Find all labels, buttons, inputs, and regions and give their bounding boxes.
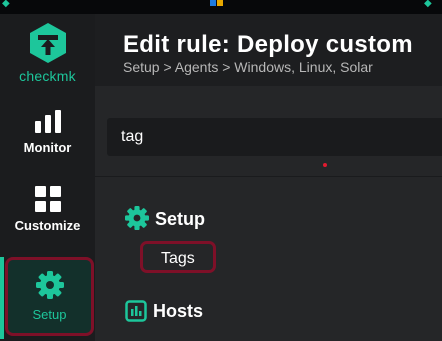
main-content: Edit rule: Deploy custom Setup > Agents … bbox=[95, 14, 442, 341]
search-bar[interactable] bbox=[107, 118, 442, 156]
breadcrumb[interactable]: Setup > Agents > Windows, Linux, Solar bbox=[123, 59, 373, 75]
logo-text: checkmk bbox=[19, 68, 76, 84]
search-input[interactable] bbox=[121, 118, 441, 156]
divider bbox=[95, 176, 442, 177]
windows-logo-icon bbox=[210, 0, 223, 7]
grid-icon bbox=[34, 186, 61, 212]
result-item-tags[interactable]: Tags bbox=[140, 241, 216, 273]
sidebar-item-label: Setup bbox=[32, 307, 67, 322]
sidebar-item-monitor[interactable]: Monitor bbox=[0, 110, 95, 172]
sidebar-item-setup[interactable]: Setup bbox=[5, 257, 94, 336]
app-tab-icon-right[interactable]: ◆ bbox=[424, 0, 436, 9]
bar-chart-icon bbox=[34, 110, 61, 133]
hosts-icon bbox=[125, 300, 147, 322]
sidebar-item-label: Customize bbox=[14, 218, 81, 233]
gear-icon bbox=[35, 271, 64, 299]
results-section-setup: Setup bbox=[125, 206, 205, 230]
results-section-hosts: Hosts bbox=[125, 300, 203, 322]
status-dot bbox=[323, 163, 327, 167]
sidebar: checkmk Monitor Customize Setup bbox=[0, 14, 95, 341]
section-title: Setup bbox=[155, 209, 206, 229]
sidebar-item-label: Monitor bbox=[23, 140, 72, 155]
window-top-strip: ◆ ◆ bbox=[0, 0, 442, 14]
page-header: Edit rule: Deploy custom Setup > Agents … bbox=[95, 14, 442, 86]
page-title: Edit rule: Deploy custom bbox=[123, 31, 413, 58]
app-tab-icon[interactable]: ◆ bbox=[2, 0, 14, 9]
checkmk-logo[interactable]: checkmk bbox=[0, 22, 95, 94]
section-title: Hosts bbox=[153, 301, 204, 321]
result-item-label: Tags bbox=[161, 250, 195, 267]
gear-icon bbox=[125, 206, 149, 230]
sidebar-item-customize[interactable]: Customize bbox=[0, 186, 95, 248]
selected-indicator bbox=[0, 257, 4, 339]
checkmk-logo-icon bbox=[29, 23, 66, 63]
checkmk-window: ◆ ◆ checkmk Monitor Customize Setup Edit… bbox=[0, 0, 442, 341]
